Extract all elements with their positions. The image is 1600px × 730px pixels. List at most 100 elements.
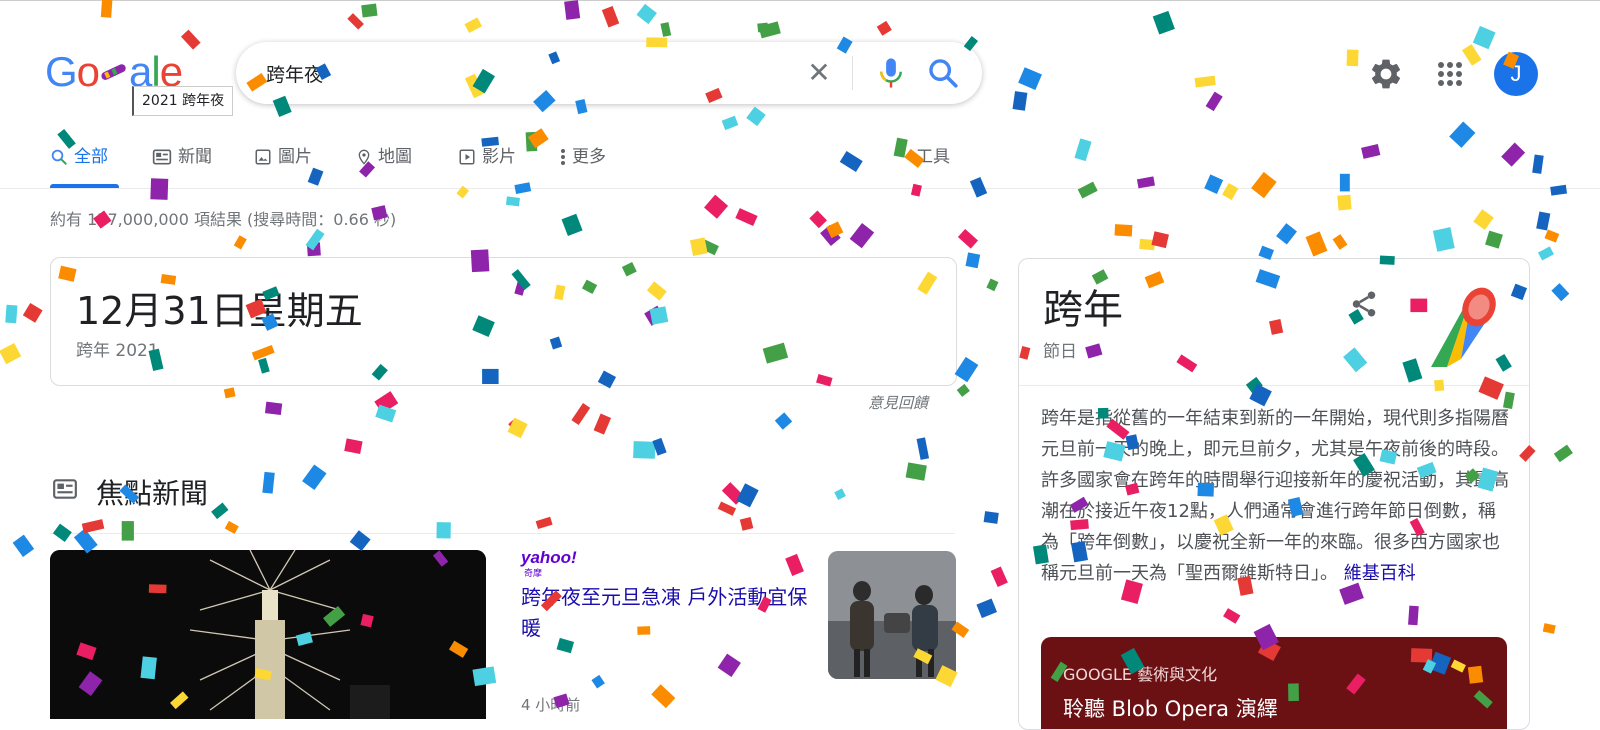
party-favor-icon bbox=[99, 52, 129, 82]
tools-button[interactable]: 工具 bbox=[916, 140, 950, 174]
confetti-piece bbox=[954, 356, 979, 383]
confetti-piece bbox=[1276, 223, 1297, 245]
confetti-piece bbox=[1074, 138, 1092, 162]
confetti-piece bbox=[233, 235, 247, 250]
tab-more[interactable]: 更多 bbox=[560, 140, 606, 186]
arts-culture-card[interactable]: GOOGLE 藝術與文化 聆聽 Blob Opera 演繹 bbox=[1041, 637, 1507, 729]
news-thumbnail[interactable] bbox=[828, 551, 956, 679]
news-icon bbox=[53, 479, 77, 499]
news-headline-link[interactable]: 跨年夜至元旦急凍 戶外活動宜保暖 bbox=[521, 582, 811, 644]
confetti-piece bbox=[535, 516, 553, 530]
confetti-piece bbox=[302, 464, 327, 491]
share-icon bbox=[1352, 291, 1376, 317]
confetti-piece bbox=[1152, 10, 1175, 35]
confetti-piece bbox=[1361, 144, 1381, 159]
confetti-piece bbox=[746, 106, 766, 127]
confetti-piece bbox=[826, 221, 844, 239]
logo-letter: G bbox=[45, 48, 78, 95]
confetti-piece bbox=[601, 6, 620, 28]
confetti-piece bbox=[758, 21, 781, 39]
tab-images[interactable]: 圖片 bbox=[254, 140, 312, 186]
confetti-piece bbox=[344, 438, 363, 455]
tab-all[interactable]: 全部 bbox=[50, 140, 108, 186]
confetti-piece bbox=[839, 151, 863, 173]
confetti-piece bbox=[1537, 246, 1554, 261]
confetti-piece bbox=[735, 208, 758, 226]
account-avatar[interactable]: J bbox=[1494, 52, 1538, 96]
confetti-piece bbox=[983, 511, 999, 524]
confetti-piece bbox=[1542, 623, 1556, 634]
search-icon bbox=[51, 149, 67, 165]
news-source-sublabel: 奇摩 bbox=[524, 569, 543, 579]
confetti-piece bbox=[986, 278, 999, 292]
confetti-piece bbox=[774, 412, 793, 430]
feedback-link[interactable]: 意見回饋 bbox=[868, 392, 928, 413]
confetti-piece bbox=[505, 196, 520, 207]
clear-search-button[interactable]: ✕ bbox=[804, 58, 834, 88]
pedestrians-photo bbox=[828, 551, 956, 679]
kp-subtitle: 節日 bbox=[1043, 342, 1077, 362]
video-icon bbox=[459, 149, 475, 165]
confetti-piece bbox=[785, 553, 804, 576]
wikipedia-link[interactable]: 維基百科 bbox=[1344, 563, 1416, 584]
confetti-piece bbox=[660, 22, 672, 37]
confetti-piece bbox=[717, 653, 741, 677]
news-icon bbox=[152, 149, 172, 165]
search-input[interactable] bbox=[264, 57, 788, 89]
confetti-piece bbox=[1346, 49, 1359, 67]
confetti-piece bbox=[1550, 184, 1568, 196]
confetti-piece bbox=[561, 213, 583, 236]
confetti-piece bbox=[525, 131, 538, 152]
close-icon: ✕ bbox=[807, 56, 831, 89]
fireworks-news-image[interactable] bbox=[50, 550, 486, 719]
apps-button[interactable] bbox=[1432, 56, 1468, 92]
tab-news[interactable]: 新聞 bbox=[152, 140, 212, 186]
confetti-piece bbox=[264, 401, 283, 416]
confetti-piece bbox=[464, 17, 482, 34]
confetti-piece bbox=[910, 183, 922, 197]
confetti-piece bbox=[1432, 227, 1455, 252]
confetti-piece bbox=[956, 383, 970, 397]
confetti-piece bbox=[347, 13, 364, 30]
confetti-piece bbox=[224, 520, 239, 534]
confetti-piece bbox=[1473, 209, 1494, 230]
date-answer-card: 12月31日星期五 跨年 2021 bbox=[50, 257, 957, 386]
confetti-piece bbox=[1305, 231, 1328, 257]
confetti-piece bbox=[1114, 224, 1133, 237]
confetti-piece bbox=[1012, 91, 1028, 111]
search-button[interactable] bbox=[926, 56, 960, 90]
confetti-piece bbox=[916, 437, 930, 460]
tab-maps[interactable]: 地圖 bbox=[356, 140, 412, 186]
share-button[interactable] bbox=[1349, 289, 1379, 319]
confetti-piece bbox=[717, 501, 737, 516]
confetti-piece bbox=[1136, 176, 1155, 189]
confetti-piece bbox=[1222, 182, 1239, 201]
fireworks-tower-image bbox=[50, 550, 486, 719]
tab-label: 新聞 bbox=[178, 147, 212, 167]
confetti-piece bbox=[1018, 67, 1042, 90]
party-popper-icon[interactable] bbox=[1421, 283, 1501, 373]
top-border bbox=[0, 0, 1600, 5]
confetti-piece bbox=[374, 391, 399, 414]
confetti-piece bbox=[636, 3, 657, 25]
settings-button[interactable] bbox=[1368, 56, 1404, 92]
confetti-piece bbox=[81, 519, 105, 534]
confetti-piece bbox=[1205, 91, 1223, 112]
kp-description-text: 跨年是指從舊的一年結束到新的一年開始，現代則多指陽曆元旦前一天的晚上，即元旦前夕… bbox=[1041, 408, 1509, 584]
confetti-piece bbox=[1204, 174, 1224, 194]
search-divider bbox=[852, 56, 853, 90]
arts-card-label: GOOGLE 藝術與文化 bbox=[1063, 665, 1218, 684]
confetti-piece bbox=[375, 404, 397, 423]
confetti-piece bbox=[1449, 121, 1476, 148]
news-source-logo: yahoo! bbox=[521, 548, 577, 567]
confetti-piece bbox=[1501, 142, 1526, 167]
confetti-piece bbox=[361, 3, 378, 18]
voice-search-button[interactable] bbox=[876, 56, 906, 90]
confetti-piece bbox=[1485, 230, 1503, 249]
top-stories-divider bbox=[50, 533, 955, 534]
date-answer: 12月31日星期五 bbox=[76, 289, 363, 333]
image-icon bbox=[255, 149, 271, 165]
confetti-piece bbox=[893, 137, 908, 158]
tab-label: 圖片 bbox=[278, 147, 312, 167]
tab-videos[interactable]: 影片 bbox=[458, 140, 516, 186]
